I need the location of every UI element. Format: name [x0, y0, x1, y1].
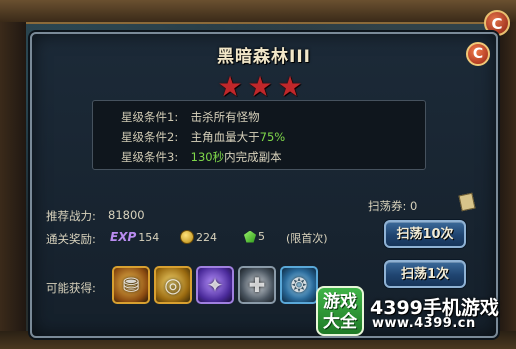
condition-label: 星级条件2:	[121, 130, 179, 144]
drop-items-list: ⛃ ◎ ✦ ✚ ❂	[112, 266, 318, 304]
sweep-ticket-icon	[458, 192, 476, 212]
star-rating: ★ ★ ★	[217, 70, 303, 103]
star-icon-2: ★	[247, 70, 273, 103]
condition-text: 主角血量大于	[190, 130, 260, 144]
exp-icon: EXP	[110, 230, 137, 244]
star-icon-1: ★	[217, 70, 243, 103]
watermark-url: www.4399.cn	[372, 316, 476, 331]
recommended-power-value: 81800	[108, 208, 145, 222]
condition-text: 内完成副本	[224, 150, 282, 164]
gem-value: 5	[258, 230, 265, 243]
condition-highlight: 75%	[259, 130, 286, 144]
condition-highlight: 130秒	[190, 150, 225, 164]
gold-bag-item-icon[interactable]: ⛃	[112, 266, 150, 304]
item-glyph: ⛃	[122, 273, 140, 297]
first-clear-note: (限首次)	[286, 232, 328, 245]
item-glyph: ✚	[248, 273, 266, 297]
right-frame-ornament	[498, 22, 516, 331]
star-condition-2: 星级条件2: 主角血量大于75%	[121, 129, 285, 145]
dialog-close-button[interactable]: C	[466, 42, 490, 66]
item-glyph: ❂	[290, 273, 308, 297]
gold-value: 224	[196, 230, 217, 244]
possible-drops-label: 可能获得:	[46, 281, 96, 295]
sweep-10-button[interactable]: 扫荡10次	[384, 220, 466, 248]
purple-gem-item-icon[interactable]: ✦	[196, 266, 234, 304]
star-condition-3: 星级条件3: 130秒内完成副本	[121, 149, 282, 165]
shuriken-item-icon[interactable]: ✚	[238, 266, 276, 304]
crystal-orb-item-icon[interactable]: ❂	[280, 266, 318, 304]
exp-value: 154	[138, 230, 160, 244]
star-condition-1: 星级条件1: 击杀所有怪物	[121, 109, 260, 125]
star-conditions-panel: 星级条件1: 击杀所有怪物 星级条件2: 主角血量大于75% 星级条件3: 13…	[92, 100, 426, 170]
gold-reward: 224	[180, 230, 217, 244]
recommended-power-label: 推荐战力:	[46, 209, 96, 223]
condition-text: 击杀所有怪物	[190, 110, 260, 124]
left-frame-ornament	[0, 22, 26, 331]
star-icon-3: ★	[277, 70, 303, 103]
watermark-logo: 游戏大全	[316, 286, 364, 336]
item-glyph: ◎	[164, 273, 182, 297]
sweep-1-button[interactable]: 扫荡1次	[384, 260, 466, 288]
gold-coin-icon	[180, 230, 194, 244]
gem-reward: 5	[244, 230, 265, 243]
exp-reward: EXP 154	[110, 230, 159, 244]
clear-reward-label: 通关奖励:	[46, 232, 96, 246]
item-glyph: ✦	[206, 273, 224, 297]
top-frame-ornament	[0, 0, 516, 24]
green-gem-icon	[244, 230, 256, 243]
condition-label: 星级条件1:	[121, 110, 179, 124]
gold-coin-item-icon[interactable]: ◎	[154, 266, 192, 304]
condition-label: 星级条件3:	[121, 150, 179, 164]
sweep-ticket-count: 扫荡券: 0	[368, 199, 418, 213]
stage-title: 黑暗森林III	[217, 47, 311, 67]
